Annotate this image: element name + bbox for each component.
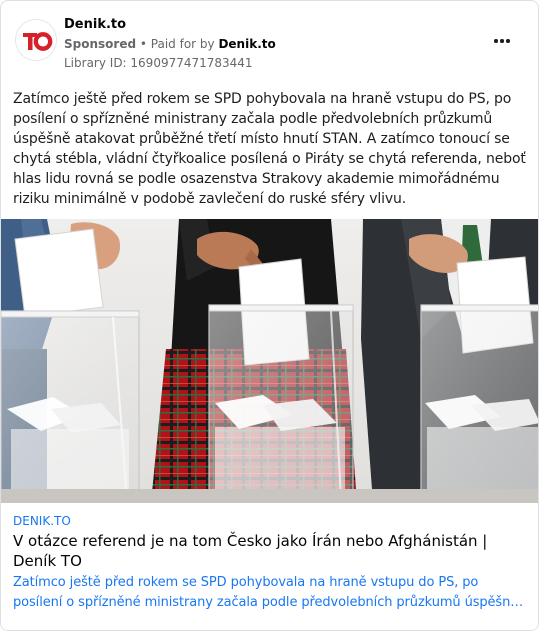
ballot-box-right (420, 304, 538, 502)
more-options-button[interactable] (490, 33, 514, 49)
advertiser-name[interactable]: Denik.to (64, 17, 126, 32)
sponsored-meta: Sponsored • Paid for by Denik.to (64, 37, 276, 51)
ballot-box-middle (208, 304, 354, 502)
advertiser-avatar[interactable] (15, 19, 57, 61)
ballot-boxes-photo (1, 219, 538, 503)
library-id: Library ID: 1690977471783441 (64, 56, 253, 70)
ballot-box-left (1, 310, 140, 502)
paid-for-prefix: Paid for by (150, 37, 219, 51)
more-options-icon (493, 39, 511, 43)
post-body-text: Zatímco ještě před rokem se SPD pohybova… (13, 91, 526, 207)
denik-to-logo-icon (16, 20, 56, 60)
paid-for-by-link[interactable]: Denik.to (218, 37, 275, 51)
link-preview[interactable]: DENIK.TO V otázce referend je na tom Čes… (1, 503, 538, 630)
link-domain[interactable]: DENIK.TO (13, 513, 528, 529)
link-title[interactable]: V otázce referend je na tom Česko jako Í… (13, 531, 528, 571)
sponsored-label: Sponsored (64, 37, 137, 51)
ad-image[interactable] (1, 219, 538, 503)
sponsored-post-card: Denik.to Sponsored • Paid for by Denik.t… (0, 0, 539, 631)
post-header: Denik.to Sponsored • Paid for by Denik.t… (13, 11, 526, 71)
meta-separator: • (136, 37, 151, 51)
link-description[interactable]: Zatímco ještě před rokem se SPD pohybova… (13, 573, 528, 613)
